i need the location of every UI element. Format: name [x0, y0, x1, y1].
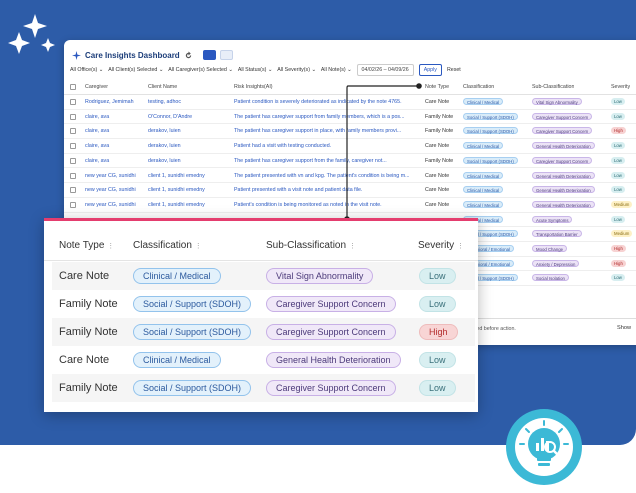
zoom-table-row[interactable]: Family Note Social / Support (SDOH) Caregi…: [52, 290, 475, 318]
zoom-sub-classification-badge: Caregiver Support Concern: [266, 290, 396, 318]
zoom-table-row[interactable]: Family Note Social / Support (SDOH) Caregi…: [52, 374, 475, 402]
zoom-severity-badge: High: [419, 318, 458, 346]
zoom-note-type-text: Family Note: [59, 382, 118, 394]
zoom-severity-badge: Low: [419, 346, 456, 374]
lightbulb-analytics-icon: [506, 409, 582, 485]
zoom-severity-badge: Low: [419, 290, 456, 318]
zoom-sub-classification-badge: Caregiver Support Concern: [266, 318, 396, 346]
zoom-classification-badge: Clinical / Medical: [133, 346, 221, 374]
zoom-classification-badge: Clinical / Medical: [133, 262, 221, 290]
zoom-sub-classification-badge: Caregiver Support Concern: [266, 374, 396, 402]
zoom-note-type-text: Family Note: [59, 298, 118, 310]
zoom-severity-badge: Low: [419, 262, 456, 290]
zoomed-table: Note Type ⋮ Classification ⋮ Sub-Classif…: [44, 218, 478, 412]
zoom-header-classification[interactable]: Classification ⋮: [133, 232, 202, 260]
zoom-sub-classification-badge: General Health Deterioration: [266, 346, 401, 374]
zoom-classification-badge: Social / Support (SDOH): [133, 290, 252, 318]
zoom-table-row[interactable]: Family Note Social / Support (SDOH) Caregi…: [52, 318, 475, 346]
zoom-table-row[interactable]: Care Note Clinical / Medical Vital Sign Ab…: [52, 262, 475, 290]
zoom-table-header: Note Type ⋮ Classification ⋮ Sub-Classif…: [44, 231, 478, 261]
zoom-note-type-text: Care Note: [59, 270, 110, 282]
zoom-severity-badge: Low: [419, 374, 456, 402]
zoom-note-type-text: Care Note: [59, 354, 110, 366]
promo-stage: Care Insights Dashboard All Office(s) ⌄ …: [0, 0, 636, 493]
zoom-header-note-type[interactable]: Note Type ⋮: [59, 232, 114, 260]
zoom-table-row[interactable]: Care Note Clinical / Medical General Healt…: [52, 346, 475, 374]
zoom-classification-badge: Social / Support (SDOH): [133, 318, 252, 346]
zoom-note-type-text: Family Note: [59, 326, 118, 338]
zoom-sub-classification-badge: Vital Sign Abnormality: [266, 262, 374, 290]
zoom-classification-badge: Social / Support (SDOH): [133, 374, 252, 402]
zoom-header-severity[interactable]: Severity ⋮: [418, 232, 464, 260]
zoom-header-sub-classification[interactable]: Sub-Classification ⋮: [266, 232, 356, 260]
